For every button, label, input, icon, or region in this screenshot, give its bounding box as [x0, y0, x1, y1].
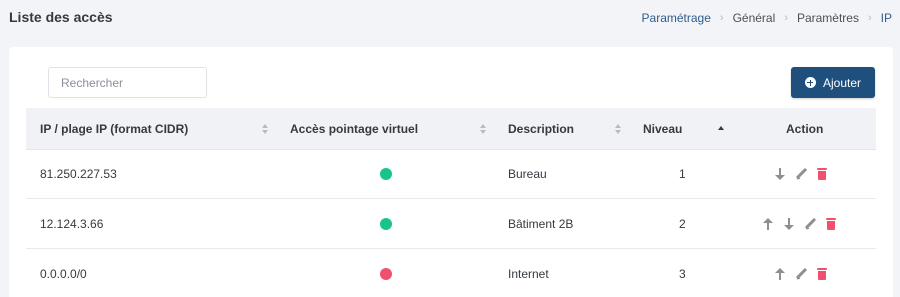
table-row: 12.124.3.66 Bâtiment 2B 2	[26, 200, 876, 249]
chevron-right-icon: ›	[719, 12, 724, 24]
arrow-down-icon[interactable]	[783, 217, 795, 231]
page-title: Liste des accès	[9, 9, 113, 25]
breadcrumb-item-ip[interactable]: IP	[881, 11, 892, 25]
column-header-virtual-access[interactable]: Accès pointage virtuel	[290, 108, 418, 150]
column-header-action: Action	[786, 122, 824, 136]
add-button[interactable]: Ajouter	[791, 67, 875, 98]
column-header-level[interactable]: Niveau	[643, 108, 682, 150]
table-row: 81.250.227.53 Bureau 1	[26, 150, 876, 199]
arrow-up-icon[interactable]	[762, 217, 774, 231]
cell-ip: 12.124.3.66	[40, 217, 104, 231]
pencil-icon[interactable]	[804, 217, 816, 231]
breadcrumb-item-parametres[interactable]: Paramètres	[797, 11, 859, 25]
sort-icon[interactable]	[615, 124, 621, 134]
cell-level: 2	[679, 217, 686, 231]
chevron-right-icon: ›	[784, 12, 788, 24]
search-input[interactable]	[48, 67, 207, 98]
sort-icon[interactable]	[480, 124, 486, 134]
cell-description: Bureau	[508, 167, 547, 181]
plus-circle-icon	[804, 77, 816, 88]
arrow-up-icon[interactable]	[774, 267, 786, 281]
cell-level: 3	[679, 267, 686, 281]
breadcrumb-item-general[interactable]: Général	[733, 11, 776, 25]
chevron-right-icon: ›	[867, 12, 872, 24]
page-header: Liste des accès Paramétrage › Général › …	[0, 0, 900, 40]
cell-ip: 81.250.227.53	[40, 167, 117, 181]
cell-description: Bâtiment 2B	[508, 217, 574, 231]
status-dot-active-icon	[380, 218, 392, 230]
status-dot-inactive-icon	[380, 268, 392, 280]
trash-icon[interactable]	[816, 167, 828, 181]
column-header-ip[interactable]: IP / plage IP (format CIDR)	[40, 108, 188, 150]
sort-ascending-icon[interactable]	[718, 124, 724, 134]
breadcrumb-item-parametrage[interactable]: Paramétrage	[642, 11, 711, 25]
table-row: 0.0.0.0/0 Internet 3	[26, 250, 876, 297]
cell-ip: 0.0.0.0/0	[40, 267, 87, 281]
trash-icon[interactable]	[825, 217, 837, 231]
table-header: IP / plage IP (format CIDR) Accès pointa…	[26, 108, 876, 150]
sort-icon[interactable]	[262, 124, 268, 134]
arrow-down-icon[interactable]	[774, 167, 786, 181]
add-button-label: Ajouter	[822, 75, 862, 90]
pencil-icon[interactable]	[795, 267, 807, 281]
column-header-description[interactable]: Description	[508, 108, 574, 150]
status-dot-active-icon	[380, 168, 392, 180]
access-list-card: Ajouter IP / plage IP (format CIDR) Accè…	[9, 47, 893, 297]
breadcrumb: Paramétrage › Général › Paramètres › IP	[642, 11, 892, 25]
pencil-icon[interactable]	[795, 167, 807, 181]
cell-level: 1	[679, 167, 686, 181]
cell-description: Internet	[508, 267, 549, 281]
trash-icon[interactable]	[816, 267, 828, 281]
